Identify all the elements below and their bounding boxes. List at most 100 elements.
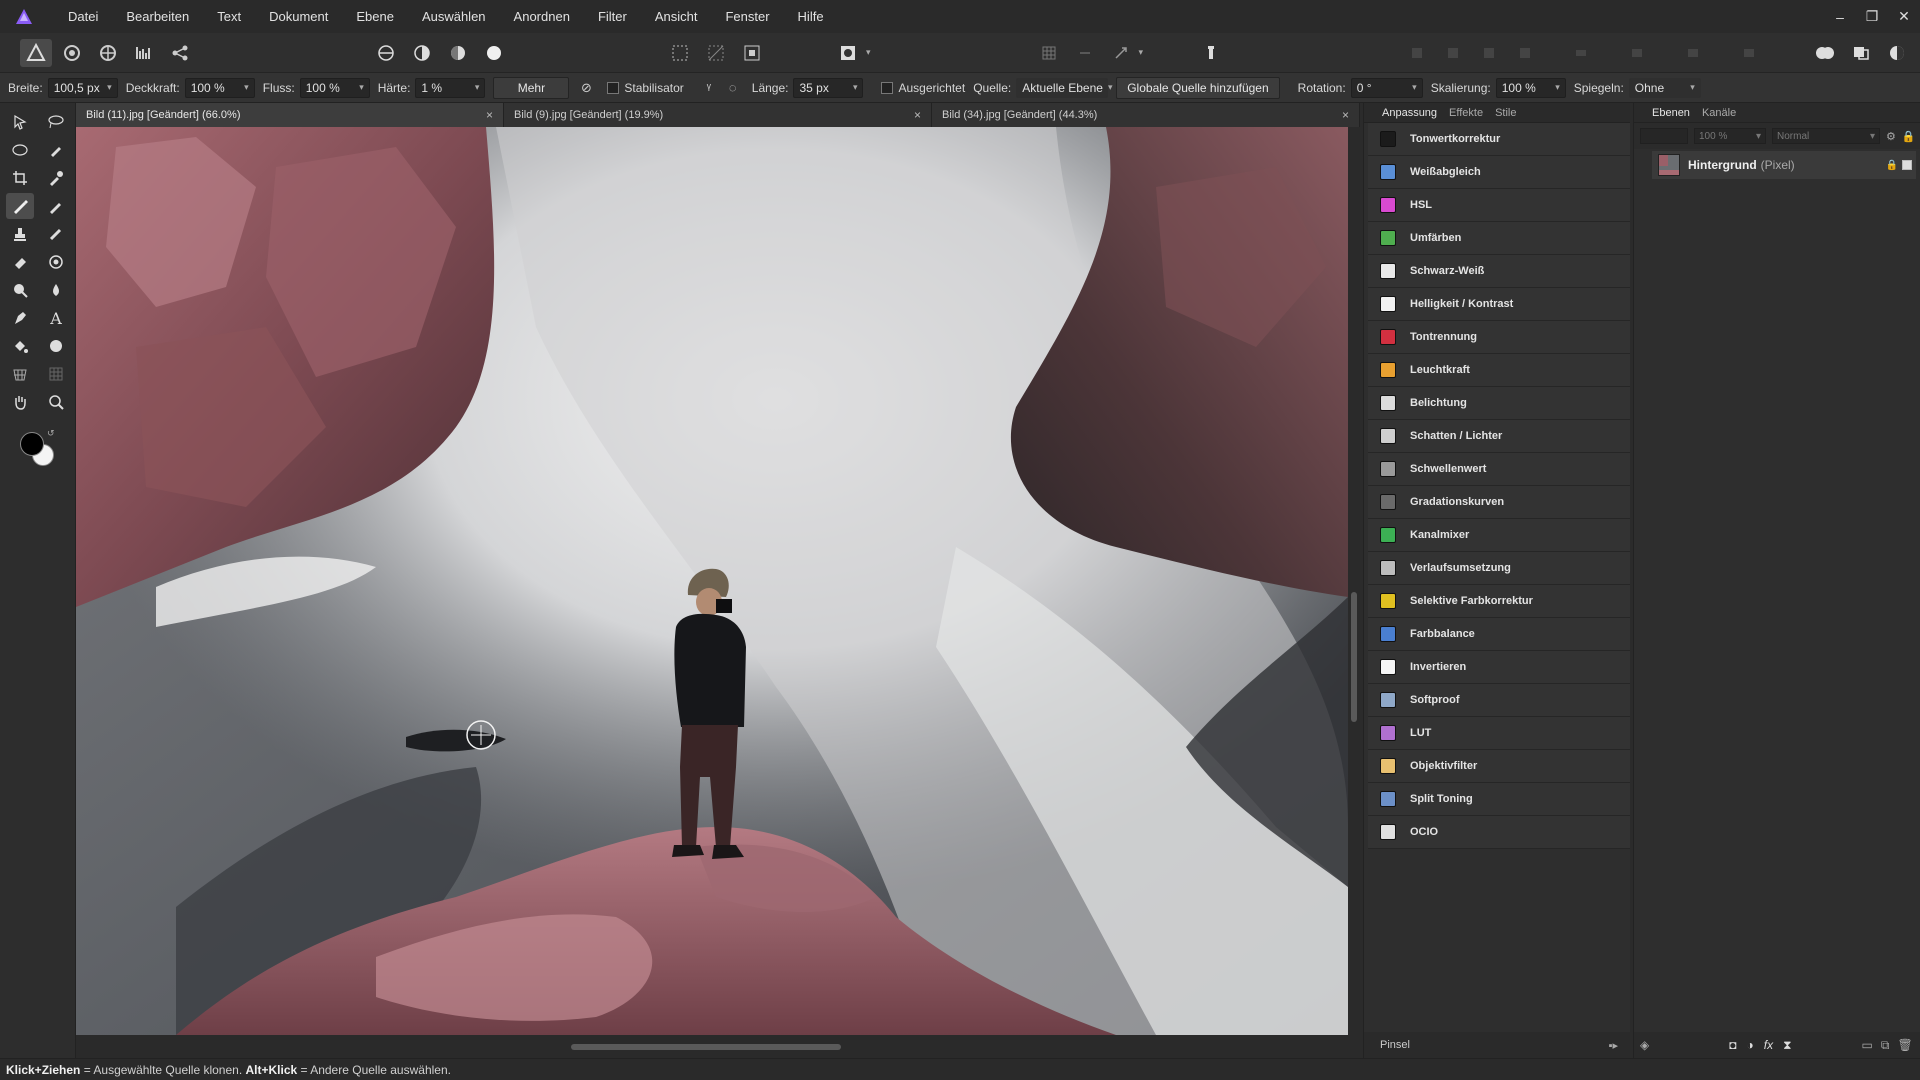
layer-row-hintergrund[interactable]: Hintergrund (Pixel) 🔒 [1652, 151, 1916, 179]
tab-bild-9[interactable]: Bild (9).jpg [Geändert] (19.9%) × [504, 103, 932, 127]
adjustment-item[interactable]: Schwellenwert [1368, 453, 1630, 486]
spiegeln-dropdown[interactable]: Ohne ▾ [1628, 77, 1701, 98]
move-tool-icon[interactable] [6, 109, 34, 135]
live-filter-icon[interactable]: ⧗ [1783, 1038, 1791, 1053]
swap-colors-icon[interactable]: ↺ [47, 428, 55, 439]
selection-brush-icon[interactable] [42, 137, 70, 163]
snapping-options-icon[interactable] [1069, 39, 1101, 67]
lock-icon[interactable]: 🔒 [1902, 130, 1916, 143]
liquify-persona-icon[interactable] [56, 39, 88, 67]
blur-tool-icon[interactable] [42, 277, 70, 303]
auto-white-balance-icon[interactable] [478, 39, 510, 67]
paint-brush-icon[interactable] [6, 193, 34, 219]
tab-close-icon[interactable]: × [1342, 108, 1349, 122]
adjustment-item[interactable]: Softproof [1368, 684, 1630, 717]
rotate-right-icon[interactable] [1733, 39, 1765, 67]
zoom-tool-icon[interactable] [42, 389, 70, 415]
vertical-scrollbar[interactable] [1348, 127, 1360, 1035]
mesh-warp-icon[interactable] [6, 361, 34, 387]
layer-lock-icon[interactable]: 🔒 [1886, 160, 1898, 171]
quick-mask-dropdown-icon[interactable]: ▾ [866, 47, 871, 58]
horizontal-scroll-thumb[interactable] [571, 1044, 841, 1050]
perspective-tool-icon[interactable] [42, 361, 70, 387]
adjustment-item[interactable]: Tonwertkorrektur [1368, 123, 1630, 156]
tab-stile[interactable]: Stile [1495, 107, 1516, 119]
adjustment-layer-icon[interactable]: ◑ [1746, 1038, 1753, 1052]
tab-kanaele[interactable]: Kanäle [1702, 107, 1736, 119]
auto-color-icon[interactable] [442, 39, 474, 67]
close-window-icon[interactable]: ✕ [1888, 0, 1920, 33]
globale-quelle-button[interactable]: Globale Quelle hinzufügen [1116, 76, 1280, 99]
adjustment-item[interactable]: Schwarz-Weiß [1368, 255, 1630, 288]
ausgerichtet-checkbox[interactable] [881, 81, 894, 94]
affinity-photo-logo-icon[interactable] [12, 5, 36, 29]
vertical-scroll-thumb[interactable] [1351, 592, 1357, 722]
layers-pages-icon[interactable]: ◈ [1640, 1038, 1649, 1052]
hand-tool-icon[interactable] [6, 389, 34, 415]
add-pixel-layer-icon[interactable]: ⧉ [1881, 1038, 1890, 1053]
deckkraft-field[interactable]: 100 % ▾ [184, 77, 255, 98]
window-mode-icon[interactable]: ◌ [722, 77, 744, 99]
crop-tool-icon[interactable] [6, 165, 34, 191]
fx-icon[interactable]: fx [1764, 1038, 1773, 1052]
adjustment-item[interactable]: Kanalmixer [1368, 519, 1630, 552]
adjustment-item[interactable]: Selektive Farbkorrektur [1368, 585, 1630, 618]
text-tool-icon[interactable]: A [42, 305, 70, 331]
menu-dokument[interactable]: Dokument [255, 0, 342, 33]
healing-brush-icon[interactable] [42, 221, 70, 247]
dodge-tool-icon[interactable] [6, 277, 34, 303]
freehand-selection-icon[interactable] [6, 137, 34, 163]
adjustment-item[interactable]: Split Toning [1368, 783, 1630, 816]
assistant-icon[interactable] [1195, 39, 1227, 67]
export-persona-icon[interactable] [164, 39, 196, 67]
photo-persona-icon[interactable] [20, 38, 52, 67]
mehr-button[interactable]: Mehr [493, 76, 570, 99]
breite-field[interactable]: 100,5 px ▾ [47, 77, 118, 98]
tone-mapping-persona-icon[interactable] [128, 39, 160, 67]
red-eye-icon[interactable] [42, 249, 70, 275]
shape-tool-icon[interactable] [42, 333, 70, 359]
boolean-intersect-icon[interactable] [1881, 39, 1913, 67]
horizontal-scrollbar[interactable] [76, 1035, 1360, 1058]
menu-ebene[interactable]: Ebene [342, 0, 408, 33]
blend-mode-dropdown[interactable]: Normal ▾ [1772, 128, 1880, 144]
snapping-icon[interactable] [1033, 39, 1065, 67]
arrange-back-icon[interactable] [1401, 39, 1433, 67]
adjustment-item[interactable]: Leuchtkraft [1368, 354, 1630, 387]
haerte-field[interactable]: 1 % ▾ [415, 77, 486, 98]
laenge-field[interactable]: 35 px ▾ [793, 77, 864, 98]
develop-persona-icon[interactable] [92, 39, 124, 67]
menu-auswählen[interactable]: Auswählen [408, 0, 500, 33]
layer-settings-icon[interactable]: ⚙ [1886, 130, 1896, 143]
align-icon[interactable] [1565, 39, 1597, 67]
force-pixel-alignment-icon[interactable] [1105, 39, 1137, 67]
delete-layer-icon[interactable]: 🗑 [1897, 1038, 1912, 1052]
adjustment-item[interactable]: Gradationskurven [1368, 486, 1630, 519]
fluss-field[interactable]: 100 % ▾ [299, 77, 370, 98]
stabilisator-checkbox[interactable] [607, 81, 620, 94]
tab-close-icon[interactable]: × [914, 108, 921, 122]
menu-bearbeiten[interactable]: Bearbeiten [112, 0, 203, 33]
adjustment-item[interactable]: HSL [1368, 189, 1630, 222]
restore-icon[interactable]: ❐ [1856, 0, 1888, 33]
adjustment-item[interactable]: Invertieren [1368, 651, 1630, 684]
tab-effekte[interactable]: Effekte [1449, 107, 1483, 119]
boolean-add-icon[interactable] [1809, 39, 1841, 67]
boolean-subtract-icon[interactable] [1845, 39, 1877, 67]
clone-stamp-icon[interactable] [6, 221, 34, 247]
rotate-left-icon[interactable] [1677, 39, 1709, 67]
levels-icon[interactable] [370, 39, 402, 67]
deselect-icon[interactable] [700, 39, 732, 67]
menu-filter[interactable]: Filter [584, 0, 641, 33]
adjustment-item[interactable]: Verlaufsumsetzung [1368, 552, 1630, 585]
tab-ebenen[interactable]: Ebenen [1652, 107, 1690, 119]
menu-datei[interactable]: Datei [54, 0, 112, 33]
quelle-dropdown[interactable]: Aktuelle Ebene ▾ [1016, 77, 1112, 98]
tab-close-icon[interactable]: × [486, 108, 493, 122]
adjustment-item[interactable]: LUT [1368, 717, 1630, 750]
adjustment-item[interactable]: Objektivfilter [1368, 750, 1630, 783]
tab-bild-34[interactable]: Bild (34).jpg [Geändert] (44.3%) × [932, 103, 1360, 127]
color-picker-icon[interactable] [42, 165, 70, 191]
panel-menu-icon[interactable]: ▪▸ [1609, 1039, 1618, 1052]
arrange-front-icon[interactable] [1509, 39, 1541, 67]
